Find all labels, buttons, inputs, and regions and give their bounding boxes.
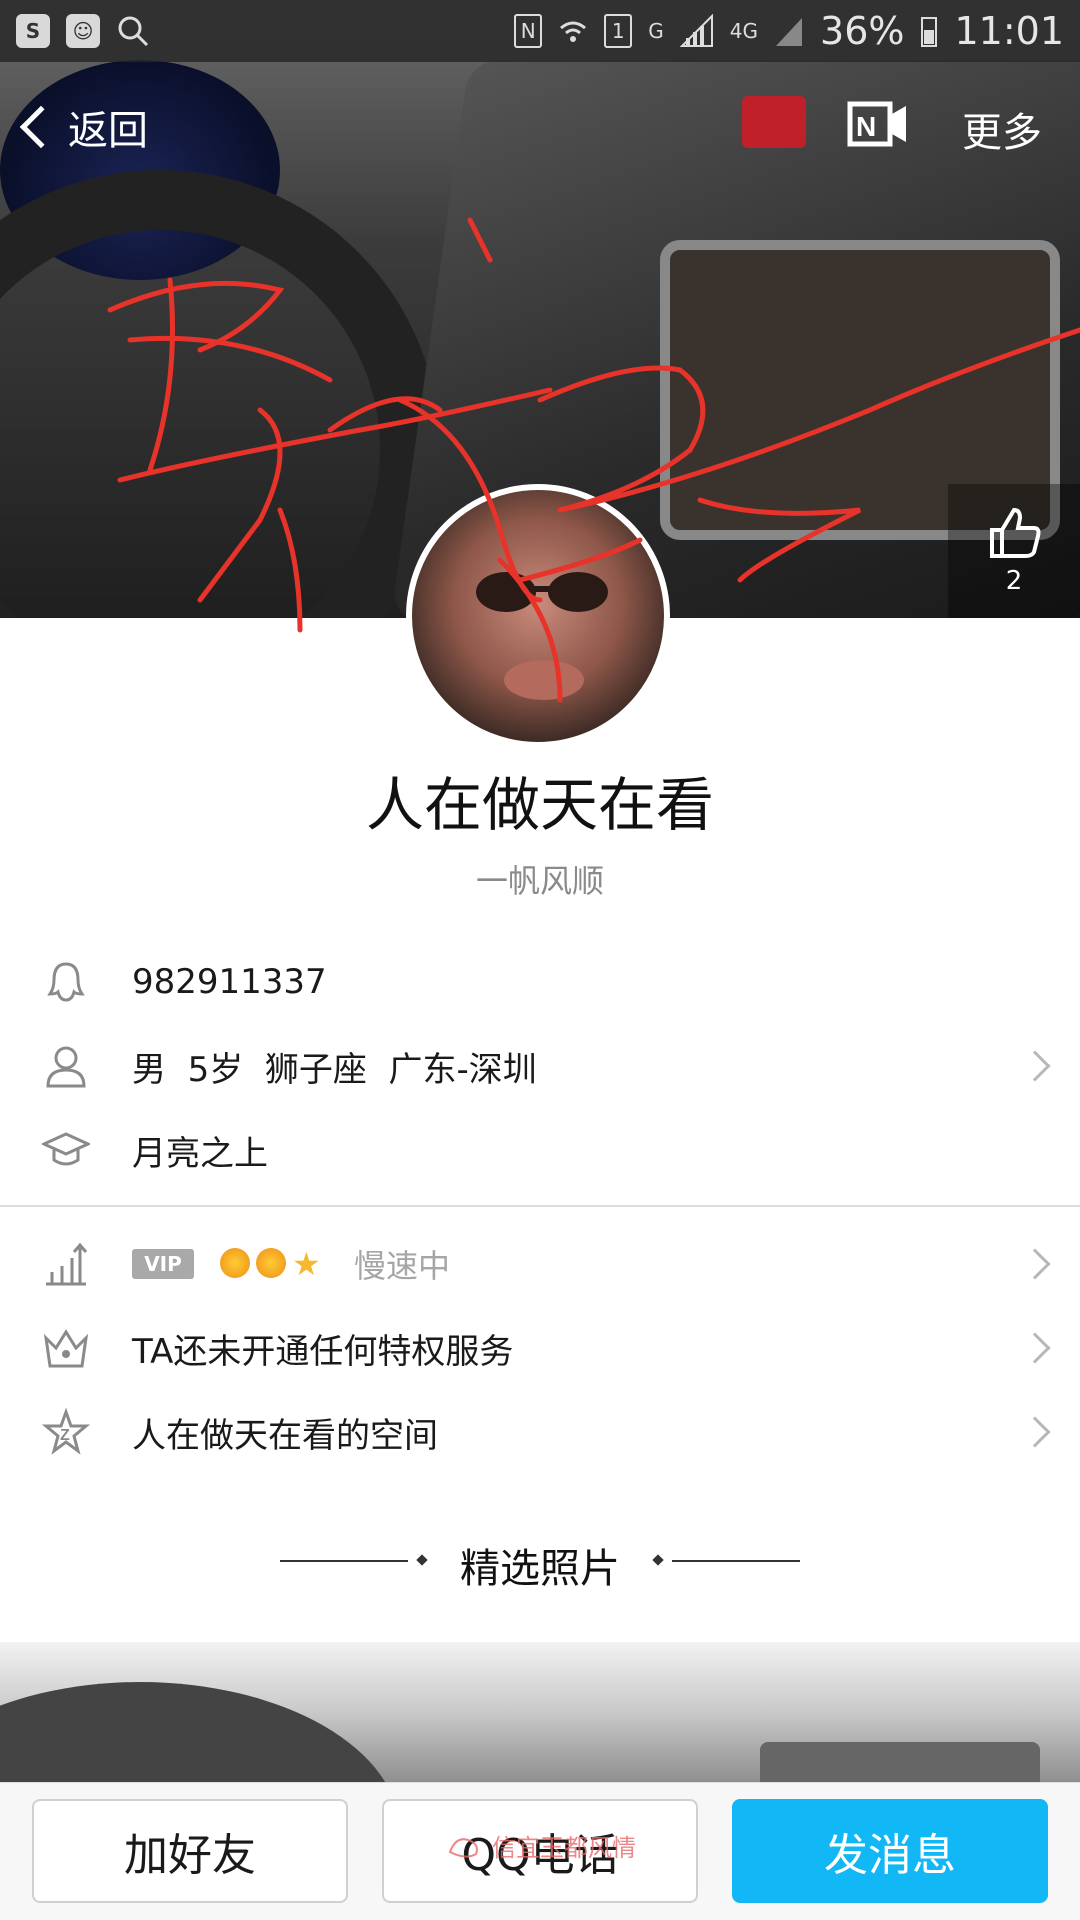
qzone-star-icon: Z: [42, 1408, 90, 1455]
avatar[interactable]: [406, 484, 670, 748]
wifi-icon: [560, 21, 587, 42]
steering-wheel: [0, 170, 440, 618]
chevron-right-icon: [1019, 1050, 1051, 1082]
qzone-row[interactable]: Z 人在做天在看的空间: [0, 1390, 1080, 1474]
status-bar: S ☺ N 1 G 4G 36% 11:01: [0, 0, 1080, 62]
privilege-text: TA还未开通任何特权服务: [132, 1331, 514, 1372]
speed-status: 慢速中: [354, 1247, 451, 1285]
thumbs-up-icon: [990, 507, 1041, 558]
personal-info-row[interactable]: 男 5岁 狮子座 广东-深圳: [0, 1024, 1080, 1108]
info-list: 982911337 男 5岁 狮子座 广东-深圳 月亮之上: [0, 940, 1080, 1192]
penguin-icon: [47, 962, 85, 1002]
privilege-row[interactable]: TA还未开通任何特权服务: [0, 1306, 1080, 1390]
level-row[interactable]: VIP ★ 慢速中: [0, 1222, 1080, 1306]
battery-percent: 36%: [820, 9, 905, 53]
add-friend-button[interactable]: 加好友: [32, 1799, 348, 1903]
chevron-right-icon: [1019, 1416, 1051, 1448]
clock-time: 11:01: [954, 9, 1064, 53]
sun-icon: [256, 1248, 286, 1278]
qq-number: 982911337: [132, 962, 327, 1002]
battery-icon: [921, 17, 938, 47]
cast-icon[interactable]: N: [846, 100, 910, 148]
star-icon: ★: [292, 1245, 321, 1283]
photo-vent: [760, 1742, 1040, 1782]
s-app-icon: S: [16, 14, 50, 48]
network-g-label: G: [648, 19, 664, 43]
crown-icon: [43, 1329, 89, 1368]
top-nav: 返回 N 更多: [0, 90, 1080, 170]
sun-icon: [220, 1248, 250, 1278]
personal-info: 男 5岁 狮子座 广东-深圳: [132, 1049, 537, 1090]
signal-icon-2: [776, 18, 803, 46]
watermark-text: 信宜玉都风情: [492, 1834, 636, 1862]
photo-steering-wheel: [0, 1682, 400, 1782]
level-chart-icon: [46, 1242, 88, 1286]
baidu-icon: ☺: [66, 14, 100, 48]
divider: [0, 1205, 1080, 1207]
search-icon: [118, 16, 149, 47]
user-icon: [46, 1046, 86, 1088]
title-line-right: [672, 1560, 800, 1562]
featured-photos-header: 精选照片: [0, 1536, 1080, 1592]
watermark: 信宜玉都风情: [446, 1828, 636, 1863]
chevron-right-icon: [1019, 1332, 1051, 1364]
watermark-logo-icon: [448, 1837, 478, 1858]
school-row: 月亮之上: [0, 1108, 1080, 1192]
svg-text:Z: Z: [60, 1427, 70, 1444]
back-label: 返回: [68, 108, 148, 154]
like-count: 2: [1005, 566, 1023, 596]
send-message-button[interactable]: 发消息: [732, 1799, 1048, 1903]
signature: 一帆风顺: [475, 862, 604, 900]
avatar-mouth: [504, 660, 584, 700]
services-list: VIP ★ 慢速中 TA还未开通任何特权服务 Z 人在做天在看的空间: [0, 1222, 1080, 1474]
qzone-text: 人在做天在看的空间: [132, 1415, 438, 1456]
school: 月亮之上: [132, 1133, 268, 1174]
chevron-left-icon: [19, 105, 63, 149]
featured-photo[interactable]: [0, 1642, 1080, 1782]
vip-badge: VIP: [132, 1249, 194, 1279]
graduation-cap-icon: [42, 1132, 90, 1166]
sim-icon: 1: [604, 14, 633, 48]
signal-icon: [679, 14, 713, 47]
more-button[interactable]: 更多: [962, 100, 1042, 158]
nfc-icon: N: [514, 14, 543, 48]
qq-number-row: 982911337: [0, 940, 1080, 1024]
svg-text:N: N: [856, 111, 876, 142]
network-4g-label: 4G: [729, 19, 759, 43]
chevron-right-icon: [1019, 1248, 1051, 1280]
back-button[interactable]: 返回: [19, 98, 148, 156]
sunglasses-graphic: [476, 572, 608, 612]
section-title: 精选照片: [460, 1546, 620, 1592]
level-indicator: ★: [220, 1248, 324, 1280]
like-button[interactable]: 2: [948, 484, 1080, 618]
nickname: 人在做天在看: [365, 771, 714, 839]
